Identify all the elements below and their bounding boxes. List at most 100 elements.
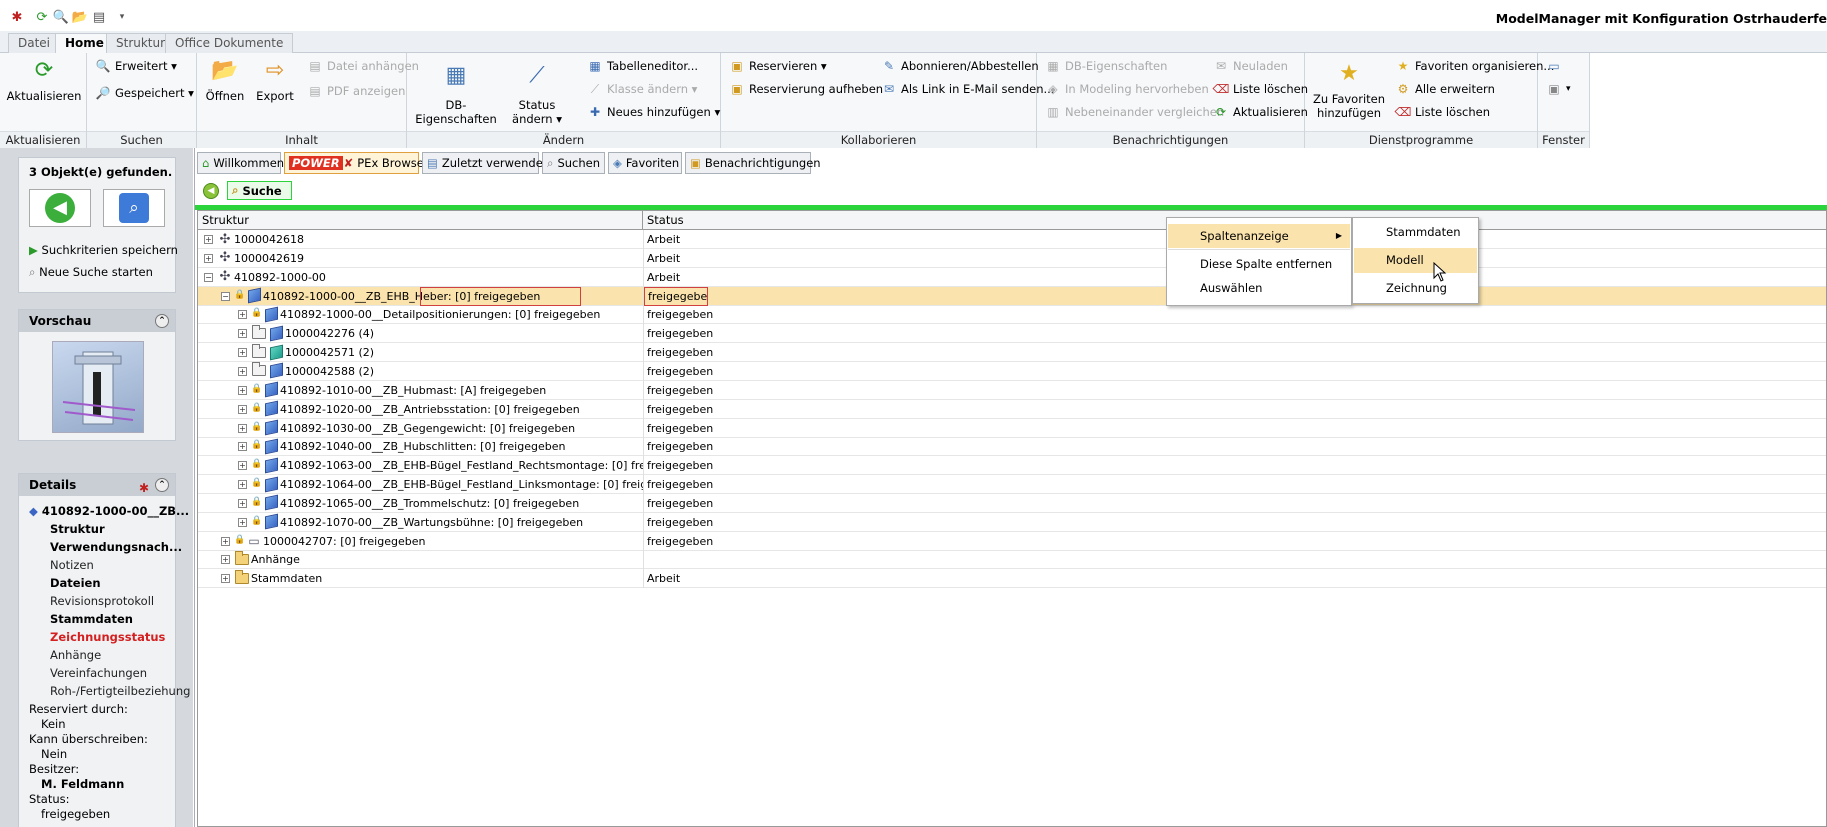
go-back-icon[interactable]: ◀ <box>203 183 219 199</box>
table-row[interactable]: + 🔒 410892-1065-00__ZB_Trommelschutz: [0] … <box>198 493 1826 513</box>
customize-quickaccess-icon[interactable]: ▾ <box>113 8 131 26</box>
open-folder-icon[interactable]: 📂 <box>71 8 89 26</box>
details-link-anhaenge[interactable]: Anhänge <box>50 648 101 662</box>
expand-icon[interactable]: + <box>238 480 247 490</box>
pdf-anzeigen-button[interactable]: ▤ PDF anzeigen <box>307 81 405 101</box>
expand-icon[interactable]: + <box>238 348 247 358</box>
tab-pex-browser[interactable]: POWER ✘ PEx Browser <box>284 152 429 174</box>
table-row[interactable]: + 🔒 410892-1010-00__ZB_Hubmast: [A] freige… <box>198 380 1826 400</box>
reservierung-aufheben-button[interactable]: ▣ Reservierung aufheben <box>729 79 883 99</box>
submenu-stammdaten[interactable]: Stammdaten <box>1354 220 1477 245</box>
expand-icon[interactable]: + <box>221 555 230 565</box>
expand-icon[interactable]: + <box>221 574 230 584</box>
expand-icon[interactable]: + <box>238 498 247 508</box>
favoriten-organisieren-button[interactable]: ★ Favoriten organisieren... <box>1395 56 1555 76</box>
column-struktur[interactable]: Struktur <box>198 211 643 230</box>
arrange-windows-button[interactable]: ▣ ▾ <box>1546 79 1570 99</box>
export-button[interactable]: ⇨ Export <box>252 53 298 104</box>
details-link-struktur[interactable]: Struktur <box>50 522 105 536</box>
table-row[interactable]: + 🔒 410892-1070-00__ZB_Wartungsbühne: [0] … <box>198 512 1826 532</box>
submenu-modell[interactable]: Modell <box>1354 248 1477 273</box>
neue-suche-link[interactable]: ⌕ Neue Suche starten <box>29 265 153 280</box>
tab-office-dokumente[interactable]: Office Dokumente <box>165 33 294 53</box>
collapse-icon[interactable]: − <box>204 272 213 282</box>
alle-erweitern-button[interactable]: ⚙ Alle erweitern <box>1395 79 1495 99</box>
table-row[interactable]: + ✣ 1000042618 Arbeit <box>198 230 1826 249</box>
table-row[interactable]: + 🔒 410892-1063-00__ZB_EHB-Bügel_Festland_… <box>198 456 1826 476</box>
details-link-stammdaten[interactable]: Stammdaten <box>50 612 133 626</box>
db-eigenschaften-button[interactable]: ▦ DB- Eigenschaften ▾ <box>415 53 497 141</box>
details-link-vereinfachungen[interactable]: Vereinfachungen <box>50 666 147 680</box>
status-aendern-button[interactable]: ⟋ Status ändern ▾ <box>507 53 567 127</box>
menu-auswaehlen[interactable]: Auswählen <box>1168 276 1350 300</box>
expand-icon[interactable]: + <box>238 329 247 339</box>
tab-willkommen[interactable]: ⌂ Willkommen <box>197 152 284 174</box>
table-row[interactable]: − 🔒 410892-1000-00__ZB_EHB_Heber: [0] frei… <box>198 286 1826 306</box>
table-row[interactable]: + 🔒 410892-1064-00__ZB_EHB-Bügel_Festland_… <box>198 475 1826 495</box>
menu-spaltenanzeige[interactable]: Spaltenanzeige ▶ <box>1168 224 1350 248</box>
als-link-senden-button[interactable]: ✉ Als Link in E-Mail senden... <box>881 79 1055 99</box>
table-row[interactable]: + 🔒 410892-1020-00__ZB_Antriebsstation: [0… <box>198 399 1826 419</box>
tabelleneditor-button[interactable]: ▦ Tabelleneditor... <box>587 56 698 76</box>
liste-loeschen-button[interactable]: ⌫ Liste löschen <box>1213 79 1309 99</box>
expand-icon[interactable]: + <box>238 404 247 414</box>
expand-icon[interactable]: + <box>238 366 247 376</box>
oeffnen-button[interactable]: 📂 Öffnen <box>202 53 248 104</box>
table-row[interactable]: + 🔒 410892-1000-00__Detailpositionierungen… <box>198 305 1826 325</box>
nebeneinander-button[interactable]: ▥ Nebeneinander vergleichen <box>1045 102 1224 122</box>
details-link-dateien[interactable]: Dateien <box>50 576 101 590</box>
expand-icon[interactable]: + <box>221 536 230 546</box>
table-row[interactable]: − ✣ 410892-1000-00 Arbeit <box>198 267 1826 287</box>
expand-icon[interactable]: + <box>238 385 247 395</box>
table-row[interactable]: +1000042588 (2) freigegeben <box>198 361 1826 381</box>
expand-icon[interactable]: + <box>204 235 213 244</box>
tab-zuletzt-verwendet[interactable]: ▤ Zuletzt verwendet <box>422 152 547 174</box>
details-link-revisionsprotokoll[interactable]: Revisionsprotokoll <box>50 594 154 608</box>
suchkriterien-speichern-link[interactable]: ▶ Suchkriterien speichern <box>29 243 178 257</box>
back-button[interactable]: ◀ <box>29 189 91 227</box>
expand-icon[interactable]: + <box>238 423 247 433</box>
table-row[interactable]: + 🔒 410892-1040-00__ZB_Hubschlitten: [0] f… <box>198 437 1826 457</box>
save-icon[interactable]: ▤ <box>90 8 108 26</box>
tab-suchen[interactable]: ⌕ Suchen <box>542 152 605 174</box>
details-link-verwendungsnachweis[interactable]: Verwendungsnach... <box>50 540 182 554</box>
expand-icon[interactable]: + <box>238 442 247 452</box>
collapse-icon[interactable]: ⌃ <box>155 314 169 328</box>
refresh-icon[interactable]: ⟳ <box>33 8 51 26</box>
pin-icon[interactable]: ✱ <box>139 477 149 499</box>
search-button[interactable]: ⌕ <box>103 189 165 227</box>
expand-icon[interactable]: + <box>238 310 247 320</box>
table-row[interactable]: + 🔒 ▭ 1000042707: [0] freigegeben freigegebe… <box>198 531 1826 551</box>
tab-benachrichtigungen[interactable]: ▣ Benachrichtigungen <box>685 152 821 174</box>
zu-favoriten-button[interactable]: ★ Zu Favoriten hinzufügen <box>1309 53 1389 121</box>
details-link-zeichnungsstatus[interactable]: Zeichnungsstatus <box>50 630 165 644</box>
in-modeling-button[interactable]: ◈ In Modeling hervorheben <box>1045 79 1208 99</box>
submenu-zeichnung[interactable]: Zeichnung <box>1354 276 1477 301</box>
collapse-icon[interactable]: − <box>221 291 230 301</box>
expand-icon[interactable]: + <box>204 253 213 263</box>
db-eigenschaften-small-button[interactable]: ▦ DB-Eigenschaften <box>1045 56 1167 76</box>
neues-hinzufuegen-button[interactable]: ✚ Neues hinzufügen ▾ <box>587 102 720 122</box>
table-row[interactable]: + 🔒 410892-1030-00__ZB_Gegengewicht: [0] f… <box>198 418 1826 438</box>
reservieren-button[interactable]: ▣ Reservieren ▾ <box>729 56 826 76</box>
suche-button[interactable]: ⌕ Suche <box>227 181 292 200</box>
expand-icon[interactable]: + <box>238 517 247 527</box>
details-link-roh-fertigteil[interactable]: Roh-/Fertigteilbeziehung <box>50 684 190 698</box>
table-row[interactable]: +1000042571 (2) freigegeben <box>198 343 1826 363</box>
table-row[interactable]: +1000042276 (4) freigegeben <box>198 324 1826 344</box>
neuladen-button[interactable]: ✉ Neuladen <box>1213 56 1288 76</box>
menu-spalte-entfernen[interactable]: Diese Spalte entfernen <box>1168 252 1350 276</box>
datei-anhaengen-button[interactable]: ▤ Datei anhängen <box>307 56 419 76</box>
aktualisieren-small-button[interactable]: ⟳ Aktualisieren <box>1213 102 1308 122</box>
abonnieren-button[interactable]: ✎ Abonnieren/Abbestellen <box>881 56 1039 76</box>
expand-icon[interactable]: + <box>238 461 247 471</box>
table-row[interactable]: + Stammdaten Arbeit <box>198 569 1826 589</box>
aktualisieren-button[interactable]: ⟳ Aktualisieren <box>7 53 82 104</box>
table-row[interactable]: + ✣ 1000042619 Arbeit <box>198 248 1826 268</box>
tab-datei[interactable]: Datei <box>8 33 61 53</box>
details-link-notizen[interactable]: Notizen <box>50 558 94 572</box>
tab-favoriten[interactable]: ◈ Favoriten <box>608 152 682 174</box>
klasse-aendern-button[interactable]: ⟋ Klasse ändern ▾ <box>587 79 698 99</box>
search-doc-icon[interactable]: 🔍 <box>52 8 70 26</box>
gespeichert-button[interactable]: 🔎 Gespeichert ▾ <box>95 83 194 103</box>
